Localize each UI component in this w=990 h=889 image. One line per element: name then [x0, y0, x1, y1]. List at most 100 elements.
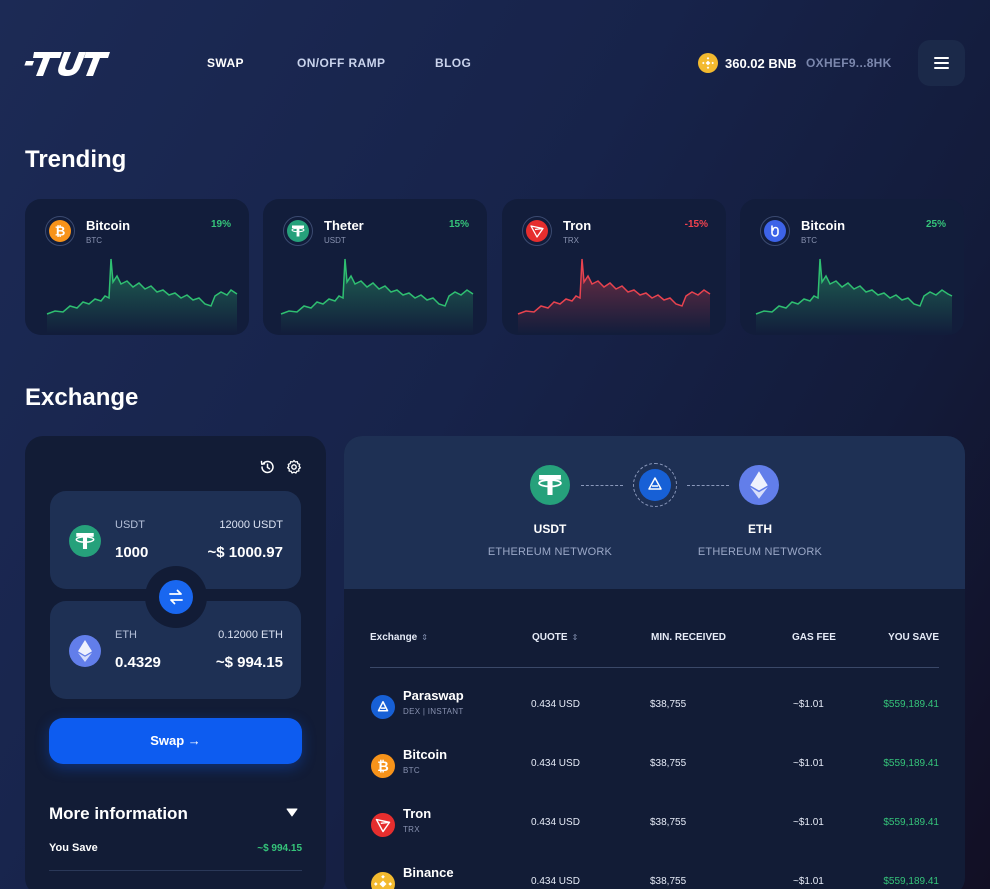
- trending-title: Trending: [25, 146, 127, 173]
- bnb-icon: [698, 53, 718, 73]
- from-token-balance: 12000 USDT: [219, 519, 283, 531]
- table-row[interactable]: Paraswap DEX | INSTANT 0.434 USD $38,755…: [344, 683, 965, 727]
- menu-button[interactable]: [918, 40, 965, 86]
- exchange-subtitle: BTC: [403, 766, 420, 775]
- from-amount-input[interactable]: 1000: [115, 544, 148, 561]
- you-save-cell: $559,189.41: [883, 817, 939, 828]
- route-panel: USDT ETHEREUM NETWORK ETH ETHEREUM NETWO…: [344, 436, 965, 889]
- sparkline-chart: [755, 258, 953, 334]
- route-to-network: ETHEREUM NETWORK: [697, 546, 823, 558]
- route-from-symbol: USDT: [533, 522, 567, 536]
- brand-logo[interactable]: [24, 46, 110, 80]
- nav-swap[interactable]: SWAP: [207, 56, 244, 70]
- coin-name: Tron: [563, 218, 592, 233]
- history-icon[interactable]: [259, 459, 275, 475]
- exchange-title: Exchange: [25, 384, 139, 411]
- table-divider: [370, 667, 939, 668]
- swap-panel: USDT 1000 12000 USDT ~$ 1000.97 ETH 0.43…: [25, 436, 326, 889]
- switch-tokens-button[interactable]: [145, 566, 207, 628]
- coin-name: Bitcoin: [801, 218, 846, 233]
- coin-symbol: TRX: [563, 236, 579, 245]
- column-header-exchange[interactable]: Exchange ⇕: [370, 632, 428, 643]
- route-aggregator: [633, 463, 677, 507]
- gas-fee-cell: ~$1.01: [793, 699, 824, 710]
- from-token-symbol: USDT: [115, 519, 145, 531]
- hamburger-icon: [934, 57, 949, 59]
- column-header-gas-fee: GAS FEE: [792, 632, 836, 643]
- exchange-name: Bitcoin: [403, 747, 448, 762]
- sparkline-chart: [517, 258, 711, 334]
- nav-blog[interactable]: BLOG: [435, 56, 471, 70]
- gas-fee-cell: ~$1.01: [793, 758, 824, 769]
- trending-card[interactable]: ₿ Bitcoin BTC 19%: [25, 199, 249, 335]
- to-token-balance: 0.12000 ETH: [218, 629, 283, 641]
- min-received-cell: $38,755: [650, 699, 687, 710]
- quote-cell: 0.434 USD: [531, 758, 580, 769]
- coin-name: Theter: [324, 218, 364, 233]
- route-header: USDT ETHEREUM NETWORK ETH ETHEREUM NETWO…: [344, 436, 965, 589]
- ethereum-icon: [69, 635, 101, 667]
- sort-icon: ⇕: [571, 633, 579, 642]
- exchange-name: Paraswap: [403, 688, 464, 703]
- wallet-balance: 360.02 BNB: [725, 56, 797, 71]
- to-token-symbol: ETH: [115, 629, 137, 641]
- wallet-address[interactable]: OXHEF9...8HK: [806, 56, 892, 70]
- more-information-toggle[interactable]: More information: [49, 804, 188, 824]
- trending-card[interactable]: Tron TRX -15%: [502, 199, 726, 335]
- coin-change: 15%: [448, 219, 469, 230]
- coin-change: 19%: [210, 219, 231, 230]
- swap-button[interactable]: Swap →: [49, 718, 302, 764]
- column-header-min-received: MIN. RECEIVED: [651, 632, 727, 643]
- route-to-symbol: ETH: [748, 522, 772, 536]
- column-header-you-save: YOU SAVE: [888, 632, 939, 643]
- column-header-quote[interactable]: QUOTE ⇕: [532, 632, 578, 643]
- you-save-cell: $559,189.41: [883, 699, 939, 710]
- paraswap-icon: [639, 469, 671, 501]
- you-save-cell: $559,189.41: [883, 876, 939, 887]
- bitcoin-icon: ₿: [49, 220, 71, 242]
- table-row[interactable]: Tron TRX 0.434 USD $38,755 ~$1.01 $559,1…: [344, 801, 965, 845]
- from-usd-value: ~$ 1000.97: [207, 544, 284, 561]
- min-received-cell: $38,755: [650, 817, 687, 828]
- tron-icon: [371, 813, 395, 837]
- tron-icon: [526, 220, 548, 242]
- coin-name: Bitcoin: [86, 218, 131, 233]
- swap-arrows-icon: [169, 589, 183, 605]
- coin-change: -15%: [684, 219, 708, 230]
- trending-card[interactable]: Bitcoin BTC 25%: [740, 199, 964, 335]
- exchange-subtitle: TRX: [403, 825, 420, 834]
- tether-icon: [69, 525, 101, 557]
- min-received-cell: $38,755: [650, 758, 687, 769]
- exchange-name: Tron: [403, 806, 432, 821]
- coin-symbol: BTC: [801, 236, 817, 245]
- table-row[interactable]: Binance 0.434 USD $38,755 ~$1.01 $559,18…: [344, 860, 965, 889]
- quote-cell: 0.434 USD: [531, 876, 580, 887]
- min-received-cell: $38,755: [650, 876, 687, 887]
- paraswap-icon: [371, 695, 395, 719]
- ethereum-icon: [739, 465, 779, 505]
- you-save-value: ~$ 994.15: [257, 843, 302, 854]
- quote-cell: 0.434 USD: [531, 817, 580, 828]
- sparkline-chart: [280, 258, 474, 334]
- gas-fee-cell: ~$1.01: [793, 817, 824, 828]
- tether-icon: [530, 465, 570, 505]
- nav-onoff-ramp[interactable]: ON/OFF RAMP: [297, 56, 385, 70]
- coin-symbol: USDT: [324, 236, 346, 245]
- to-amount-output: 0.4329: [115, 654, 161, 671]
- route-from-network: ETHEREUM NETWORK: [487, 546, 613, 558]
- bitcoin-icon: ₿: [371, 754, 395, 778]
- coin-symbol: BTC: [86, 236, 102, 245]
- to-usd-value: ~$ 994.15: [215, 654, 283, 671]
- divider: [49, 870, 302, 871]
- quote-cell: 0.434 USD: [531, 699, 580, 710]
- exchange-name: Binance: [403, 865, 454, 880]
- tether-icon: [287, 220, 309, 242]
- caret-down-icon[interactable]: [286, 808, 298, 818]
- coin-change: 25%: [925, 219, 946, 230]
- settings-gear-icon[interactable]: [286, 459, 302, 475]
- trending-card[interactable]: Theter USDT 15%: [263, 199, 487, 335]
- sort-icon: ⇕: [421, 633, 428, 642]
- you-save-cell: $559,189.41: [883, 758, 939, 769]
- svg-text:₿: ₿: [55, 224, 66, 239]
- table-row[interactable]: ₿ Bitcoin BTC 0.434 USD $38,755 ~$1.01 $…: [344, 742, 965, 786]
